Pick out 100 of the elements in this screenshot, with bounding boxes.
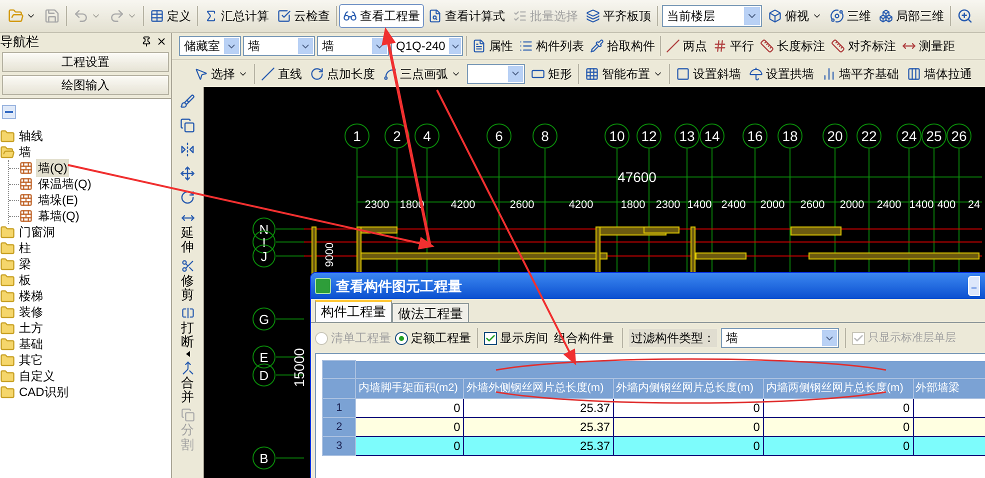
toolbar-button[interactable]: 云检查 — [273, 4, 334, 28]
toolbar-button[interactable]: 测量距 — [899, 35, 958, 57]
tree-item[interactable]: 墙(Q) — [36, 159, 70, 177]
dimension-text: 2000 — [760, 199, 785, 211]
tool-button[interactable]: 合并 — [174, 360, 200, 404]
folder-icon — [0, 240, 15, 256]
tree-item[interactable]: 板 — [0, 272, 171, 288]
toolbar-button[interactable]: 点加长度 — [306, 62, 379, 86]
radio-option[interactable]: 定额工程量 — [395, 329, 471, 347]
toolbar-button[interactable]: 查看工程量 — [339, 4, 424, 28]
axis-bubble: 20 — [822, 124, 848, 148]
tool-button[interactable]: 修剪 — [174, 258, 200, 302]
dropdown[interactable]: Q1Q-240 — [391, 36, 463, 56]
toolbar-button[interactable]: 属性 — [469, 35, 516, 57]
toolbar-button[interactable]: 查看计算式 — [424, 4, 509, 28]
row-number: 2 — [322, 418, 356, 436]
redo-icon — [109, 8, 125, 24]
tree-item[interactable]: 幕墙(Q) — [36, 207, 82, 225]
filter-label: 过滤构件类型： — [629, 329, 717, 347]
panel-button[interactable]: 工程设置 — [2, 52, 169, 72]
folder-icon — [0, 368, 15, 384]
table-row[interactable]: 2 0 25.37 0 0 — [322, 418, 985, 436]
move-icon — [180, 166, 195, 180]
dimension-text: 2400 — [721, 199, 746, 211]
filter-dropdown[interactable]: 墙 — [721, 328, 839, 348]
tree-item[interactable]: CAD识别 — [0, 384, 171, 400]
tree-item[interactable]: 其它 — [0, 352, 171, 368]
grid-icon — [585, 66, 599, 80]
tab[interactable]: 构件工程量 — [315, 300, 392, 322]
dropdown[interactable]: 墙 — [243, 36, 315, 56]
tree-item[interactable]: 自定义 — [0, 368, 171, 384]
copy-icon — [180, 118, 195, 132]
panel-title: 导航栏 — [0, 34, 39, 48]
table-cell: 0 — [763, 436, 914, 456]
tree-item[interactable]: 梁 — [0, 256, 171, 272]
wall-segment — [790, 226, 842, 236]
tree-item[interactable]: 保温墙(Q) — [36, 175, 94, 193]
axis-bubble: 12 — [636, 124, 662, 148]
tree-item[interactable]: 土方 — [0, 320, 171, 336]
merge-icon — [180, 360, 194, 375]
row-number: 3 — [322, 436, 356, 456]
toolbar-button[interactable]: 汇总计算 — [200, 4, 273, 28]
pin-icon[interactable] — [141, 36, 152, 46]
axis-bubble: 6 — [486, 124, 512, 148]
toolbar-button[interactable]: 墙平齐基础 — [818, 62, 903, 86]
toolbar-button[interactable]: 拾取构件 — [587, 35, 658, 57]
tree-item[interactable]: 楼梯 — [0, 288, 171, 304]
toolbar-button[interactable]: 三维 — [826, 4, 875, 28]
toolbar-button[interactable]: 墙体拉通 — [903, 62, 976, 86]
tool-button[interactable]: 延伸 — [174, 211, 200, 255]
panel-button[interactable]: 绘图输入 — [2, 75, 169, 95]
minimize-button[interactable] — [968, 276, 980, 296]
toolbar-button[interactable]: 设置拱墙 — [745, 62, 818, 86]
toolbar-button[interactable]: 平齐板顶 — [582, 4, 655, 28]
brick-wall-icon — [19, 209, 33, 223]
ruler-icon — [831, 39, 845, 53]
folder-icon — [0, 288, 15, 304]
menu-button[interactable]: 俯视 — [764, 4, 826, 28]
folder-icon — [0, 352, 15, 368]
dimension-text: 4200 — [568, 199, 594, 211]
toolbar-button[interactable]: 对齐标注 — [828, 35, 899, 57]
tree-item[interactable]: 轴线 — [0, 128, 171, 144]
save-icon — [44, 8, 60, 24]
columns-icon — [907, 66, 921, 80]
axis-bubble: 8 — [532, 124, 558, 148]
checkbox-option[interactable]: 显示房间 — [484, 329, 548, 347]
axis-bubble: 2 — [384, 124, 410, 148]
dropdown[interactable] — [467, 64, 525, 84]
toolbar-button[interactable]: 构件列表 — [516, 35, 587, 57]
mirror-icon — [180, 142, 195, 156]
folder-icon — [0, 256, 15, 272]
collapse-all-icon[interactable] — [2, 105, 16, 119]
tree-item[interactable]: 门窗洞 — [0, 224, 171, 240]
table-row[interactable]: 1 0 25.37 0 0 — [322, 398, 985, 418]
tree-item[interactable]: 基础 — [0, 336, 171, 352]
axis-bubble: 18 — [778, 124, 802, 148]
toolbar-button[interactable]: 两点 — [663, 35, 710, 57]
tab[interactable]: 做法工程量 — [392, 303, 469, 322]
tree-item[interactable]: 墙 — [0, 144, 171, 160]
dimension-text: 15000 — [291, 348, 307, 387]
table-row[interactable]: 3 0 25.37 0 0 — [322, 436, 985, 456]
toolbar-button[interactable]: 矩形 — [527, 62, 576, 86]
toolbar-button[interactable]: 平行 — [710, 35, 757, 57]
tree-item[interactable]: 柱 — [0, 240, 171, 256]
dimension-text: 1400 — [909, 199, 934, 211]
tool-button[interactable]: 打断 — [174, 306, 200, 357]
menu-button[interactable]: 选择 — [190, 62, 252, 86]
dropdown[interactable]: 储藏室 — [179, 36, 241, 56]
tree-item[interactable]: 墙垛(E) — [36, 191, 80, 209]
toolbar-button[interactable]: 长度标注 — [757, 35, 828, 57]
close-icon[interactable] — [156, 36, 167, 46]
toolbar-button[interactable]: 局部三维 — [875, 4, 948, 28]
menu-button[interactable]: 智能布置 — [581, 62, 667, 86]
toolbar-button[interactable]: 设置斜墙 — [672, 62, 745, 86]
toolbar-button[interactable]: 直线 — [257, 62, 306, 86]
dropdown[interactable]: 墙 — [317, 36, 389, 56]
dropdown[interactable]: 当前楼层 — [662, 5, 762, 27]
tree-item[interactable]: 装修 — [0, 304, 171, 320]
file-search-icon — [428, 9, 442, 23]
toolbar-button[interactable]: 定义 — [146, 4, 195, 28]
